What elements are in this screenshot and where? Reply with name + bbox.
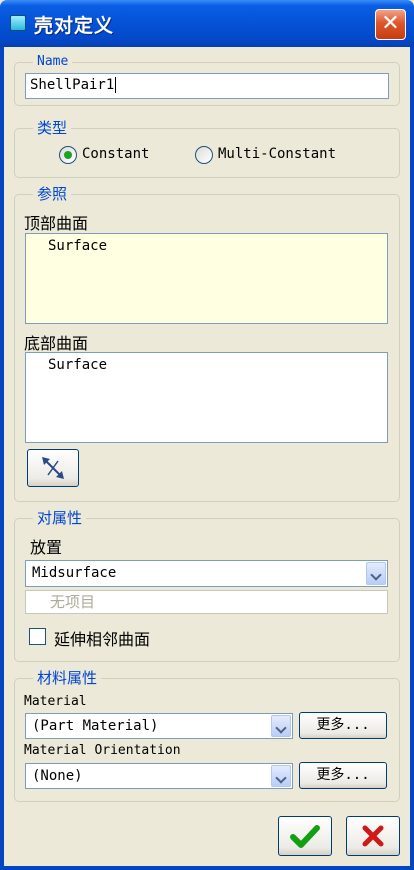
radio-multi-constant-label[interactable]: Multi-Constant [218, 146, 336, 162]
chevron-down-icon[interactable] [366, 562, 386, 585]
chevron-down-icon[interactable] [271, 715, 291, 737]
title-bar: 壳对定义 ✕ [0, 0, 414, 47]
top-surface-label: 顶部曲面 [24, 214, 89, 233]
name-group: Name ShellPair1 [14, 53, 400, 106]
flip-button[interactable] [27, 449, 79, 487]
reference-legend: 参照 [33, 185, 72, 203]
extend-adjacent-label[interactable]: 延伸相邻曲面 [54, 626, 150, 650]
orientation-label: Material Orientation [24, 743, 181, 758]
pair-properties-legend: 对属性 [33, 509, 87, 527]
radio-multi-constant[interactable] [195, 146, 213, 164]
placement-label: 放置 [30, 538, 63, 557]
ok-button[interactable] [278, 816, 332, 856]
bottom-surface-collector[interactable]: Surface [25, 352, 388, 443]
text-cursor [115, 77, 125, 93]
material-label: Material [24, 694, 87, 709]
name-input[interactable]: ShellPair1 [25, 73, 389, 99]
radio-selected-dot [64, 151, 72, 159]
extend-adjacent-checkbox[interactable] [29, 628, 46, 645]
window-frame-bottom [0, 866, 414, 870]
swap-arrows-icon [42, 457, 64, 479]
window-title: 壳对定义 [34, 15, 115, 37]
checkmark-icon [290, 825, 320, 848]
name-input-value: ShellPair1 [30, 77, 115, 93]
window-icon [10, 15, 26, 31]
window-frame-left [0, 47, 4, 870]
placement-select[interactable]: Midsurface [25, 560, 388, 587]
window-frame-right [410, 47, 414, 870]
placement-value: Midsurface [32, 565, 117, 581]
type-legend: 类型 [33, 119, 72, 137]
radio-constant-label[interactable]: Constant [82, 146, 149, 162]
close-button[interactable]: ✕ [375, 9, 406, 40]
top-surface-collector[interactable]: Surface [25, 233, 388, 324]
orientation-value: (None) [32, 768, 83, 784]
bottom-surface-item[interactable]: Surface [48, 357, 107, 373]
material-properties-legend: 材料属性 [33, 669, 102, 687]
material-value: (Part Material) [32, 718, 159, 734]
chevron-down-icon[interactable] [271, 765, 291, 787]
material-more-button[interactable]: 更多... [299, 712, 387, 739]
top-surface-item[interactable]: Surface [48, 238, 107, 254]
cancel-button[interactable] [346, 816, 400, 856]
orientation-select[interactable]: (None) [25, 763, 293, 789]
items-field: 无项目 [25, 590, 388, 614]
x-icon [362, 825, 384, 847]
material-select[interactable]: (Part Material) [25, 713, 293, 739]
radio-constant[interactable] [59, 146, 77, 164]
bottom-surface-label: 底部曲面 [24, 334, 89, 353]
orientation-more-button[interactable]: 更多... [299, 762, 387, 789]
type-group: 类型 Constant Multi-Constant [14, 119, 400, 178]
name-legend: Name [33, 53, 73, 71]
items-placeholder: 无项目 [50, 593, 96, 611]
